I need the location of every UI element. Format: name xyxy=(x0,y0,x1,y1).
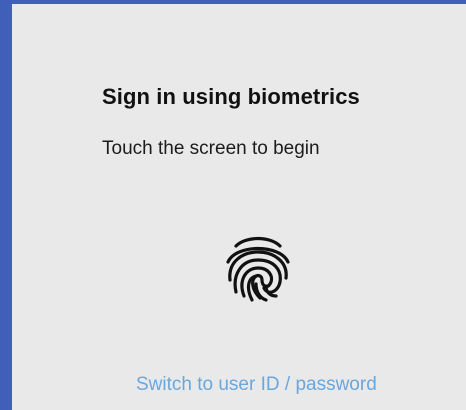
dialog-title: Sign in using biometrics xyxy=(102,84,360,109)
biometric-sign-in-dialog: Sign in using biometrics Touch the scree… xyxy=(24,8,466,410)
window-frame: Sign in using biometrics Touch the scree… xyxy=(0,0,466,410)
fingerprint-icon[interactable] xyxy=(218,228,298,308)
switch-to-password-link[interactable]: Switch to user ID / password xyxy=(136,374,377,396)
dialog-instruction: Touch the screen to begin xyxy=(102,138,320,159)
